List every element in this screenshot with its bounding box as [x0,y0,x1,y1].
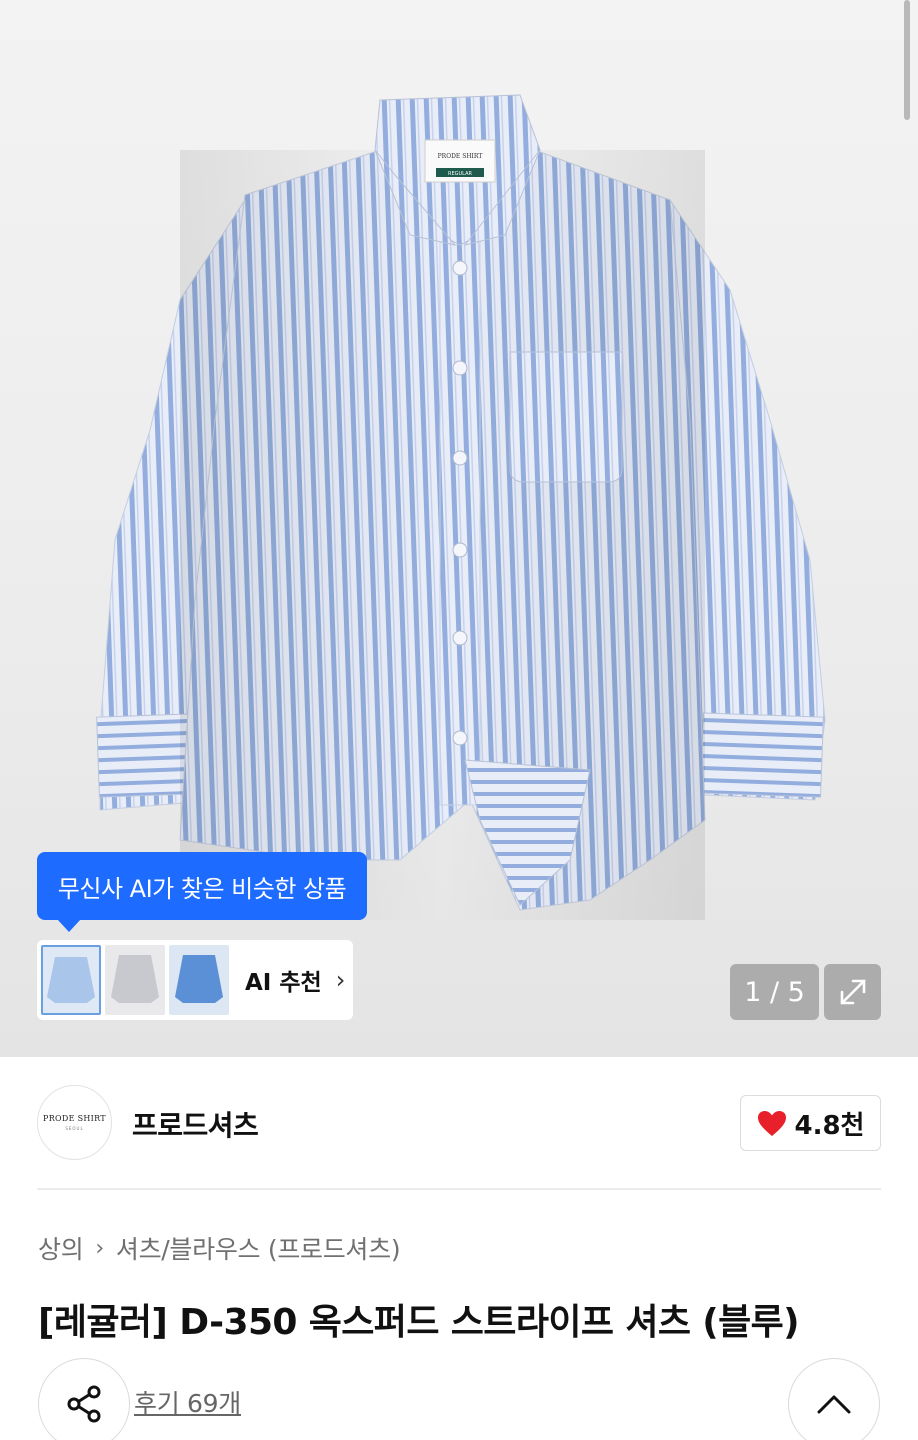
like-count: 4.8천 [794,1110,865,1141]
shirt-label-brand: PRODE SHIRT [438,153,483,160]
reviews-link[interactable]: 후기 69개 [134,1384,241,1420]
ai-recommend-card[interactable]: AI 추천 › [37,940,353,1020]
chevron-right-icon: › [335,966,346,994]
breadcrumb-item-top[interactable]: 상의 [38,1230,84,1266]
product-title: [레귤러] D-350 옥스퍼드 스트라이프 셔츠 (블루) [38,1302,800,1343]
scroll-top-button[interactable] [788,1358,880,1440]
shirt-label-fit: REGULAR [448,171,472,177]
ai-recommend-link[interactable]: AI 추천 › [245,963,345,997]
image-page-counter: 1 / 5 [730,964,819,1020]
ai-similar-tooltip: 무신사 AI가 찾은 비슷한 상품 [37,852,367,932]
brand-logo-text: PRODE SHIRT [43,1114,106,1123]
brand-logo-sub: SEOUL [65,1126,84,1131]
ai-thumb-2[interactable] [105,945,165,1015]
brand-logo[interactable]: PRODE SHIRT SEOUL [37,1085,112,1160]
chevron-right-icon: › [95,1235,104,1261]
brand-name[interactable]: 프로드셔츠 [132,1104,259,1144]
ai-thumb-3[interactable] [169,945,229,1015]
chevron-up-icon [817,1395,851,1414]
heart-icon [757,1110,786,1136]
expand-image-button[interactable] [824,964,881,1020]
ai-recommend-label: AI 추천 [245,970,322,996]
scroll-indicator[interactable] [904,0,910,120]
share-button[interactable] [38,1358,130,1440]
ai-thumb-1[interactable] [41,945,101,1015]
divider [37,1188,881,1190]
breadcrumb-item-shirts[interactable]: 셔츠/블라우스 (프로드셔츠) [116,1230,401,1266]
expand-icon [840,979,865,1005]
breadcrumb: 상의 › 셔츠/블라우스 (프로드셔츠) [38,1230,401,1266]
share-icon [67,1385,101,1423]
product-image-gallery[interactable]: PRODE SHIRT REGULAR 무신사 AI가 찾은 비슷한 상품 AI… [0,0,918,1057]
like-button[interactable]: 4.8천 [740,1095,881,1151]
